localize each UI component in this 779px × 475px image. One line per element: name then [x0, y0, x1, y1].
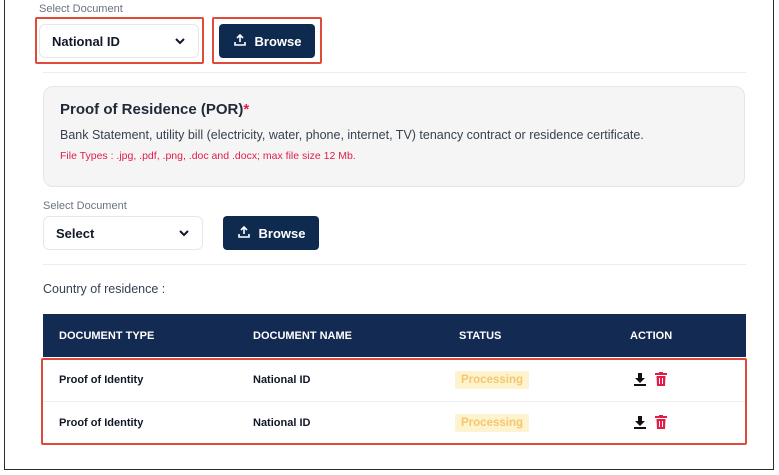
highlight-select-outline: [35, 17, 204, 64]
highlight-rows-outline: [41, 358, 747, 445]
upload-icon: [237, 225, 251, 242]
section-divider: [43, 264, 746, 265]
section-divider: [43, 72, 746, 73]
por-document-value: Select: [56, 225, 95, 241]
documents-table-header: DOCUMENT TYPE DOCUMENT NAME STATUS ACTIO…: [43, 314, 746, 357]
chevron-down-icon: [178, 227, 190, 239]
por-title: Proof of Residence (POR)*: [60, 101, 728, 118]
col-action: ACTION: [630, 329, 673, 342]
por-select-document-label: Select Document: [43, 200, 127, 212]
col-status: STATUS: [459, 329, 502, 342]
highlight-browse-outline: [212, 17, 322, 64]
por-browse-button[interactable]: Browse: [223, 216, 319, 250]
proof-of-residence-card: Proof of Residence (POR)* Bank Statement…: [43, 86, 745, 187]
required-mark: *: [243, 101, 250, 118]
por-document-select[interactable]: Select: [43, 216, 203, 250]
country-of-residence-label: Country of residence :: [43, 282, 166, 296]
por-browse-button-label: Browse: [258, 225, 306, 241]
select-document-label: Select Document: [39, 4, 123, 14]
document-upload-panel: Select Document National ID Browse Proof…: [4, 0, 774, 470]
col-document-type: DOCUMENT TYPE: [59, 329, 155, 342]
por-file-types: File Types : .jpg, .pdf, .png, .doc and …: [60, 150, 356, 162]
por-title-text: Proof of Residence (POR): [60, 101, 244, 118]
col-document-name: DOCUMENT NAME: [253, 329, 352, 342]
por-description: Bank Statement, utility bill (electricit…: [60, 128, 644, 142]
